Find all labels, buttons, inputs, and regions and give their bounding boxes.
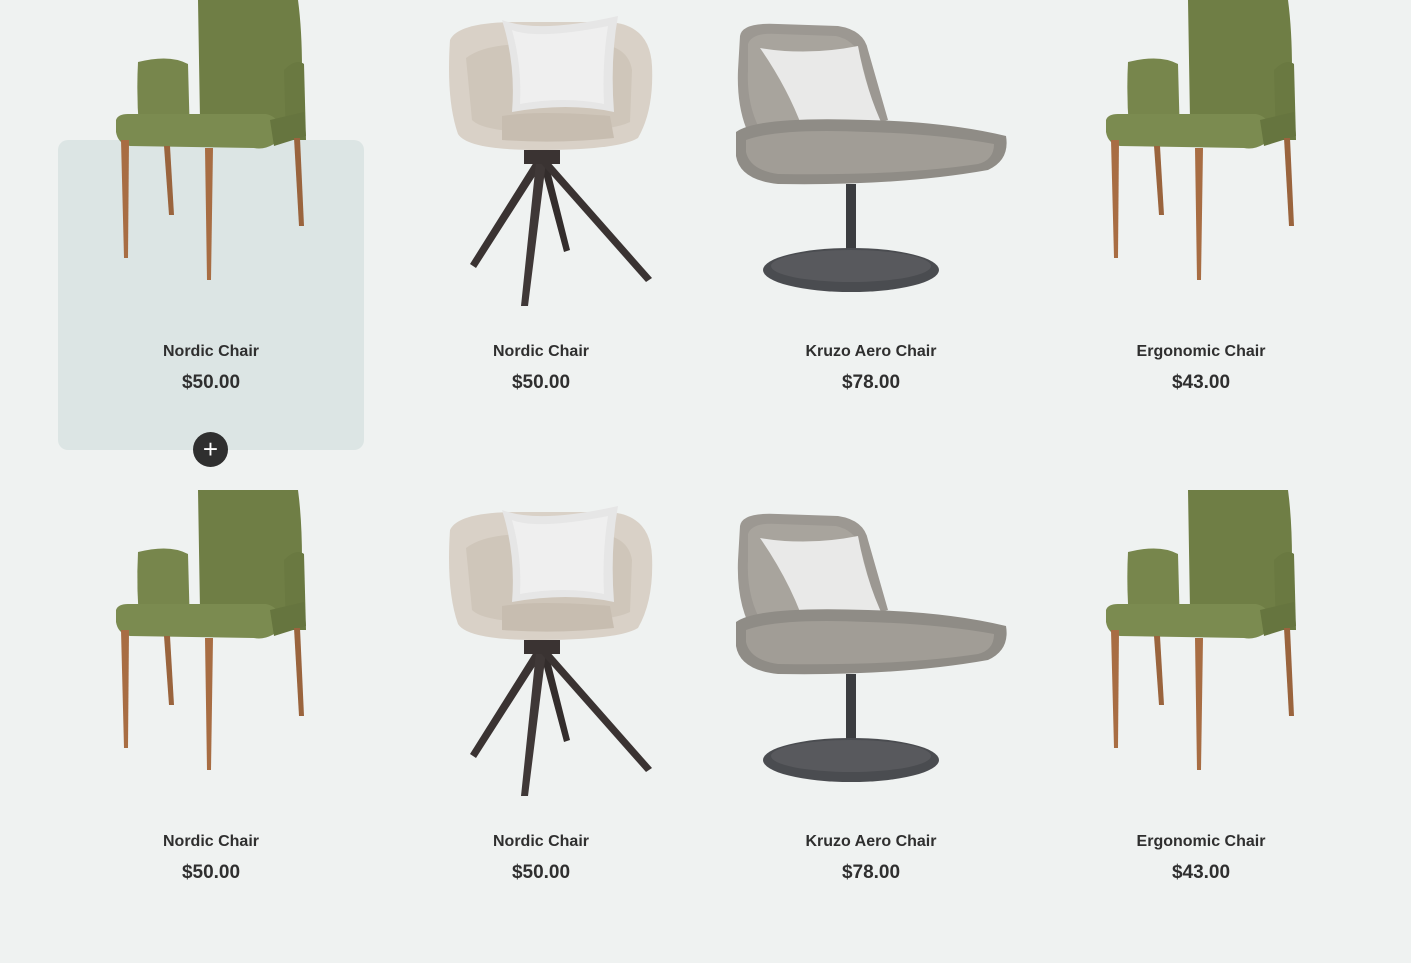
product-title: Nordic Chair [492,833,589,850]
green-armchair-image [1048,490,1354,800]
product-title: Nordic Chair [162,343,259,360]
product-card[interactable]: Kruzo Aero Chair $78.00 [718,140,1024,450]
product-price: $78.00 [841,372,901,393]
beige-swivel-chair-image [388,490,694,800]
product-price: $43.00 [1171,862,1231,883]
product-card[interactable]: Nordic Chair $50.00 [388,140,694,450]
product-card[interactable]: Nordic Chair $50.00 [388,630,694,940]
green-armchair-image [1048,0,1354,310]
product-price: $43.00 [1171,372,1231,393]
product-title: Kruzo Aero Chair [805,833,937,850]
product-card[interactable]: Kruzo Aero Chair $78.00 [718,630,1024,940]
grey-lounge-chair-image [718,490,1024,800]
product-title: Ergonomic Chair [1136,343,1266,360]
product-price: $78.00 [841,862,901,883]
product-title: Nordic Chair [162,833,259,850]
green-armchair-image [58,0,364,310]
product-card[interactable]: Nordic Chair $50.00 + [58,140,364,467]
product-grid: Nordic Chair $50.00 + Nordic Chair $50.00 Kru… [0,0,1411,963]
product-title: Nordic Chair [492,343,589,360]
product-title: Ergonomic Chair [1136,833,1266,850]
plus-icon: + [202,433,219,464]
green-armchair-image [58,490,364,800]
product-price: $50.00 [511,372,571,393]
product-card[interactable]: Ergonomic Chair $43.00 [1048,140,1354,450]
product-card[interactable]: Nordic Chair $50.00 [58,630,364,940]
grey-lounge-chair-image [718,0,1024,310]
add-to-cart-button[interactable]: + [193,432,228,467]
product-price: $50.00 [181,372,241,393]
product-price: $50.00 [181,862,241,883]
product-card[interactable]: Ergonomic Chair $43.00 [1048,630,1354,940]
product-price: $50.00 [511,862,571,883]
product-title: Kruzo Aero Chair [805,343,937,360]
beige-swivel-chair-image [388,0,694,310]
